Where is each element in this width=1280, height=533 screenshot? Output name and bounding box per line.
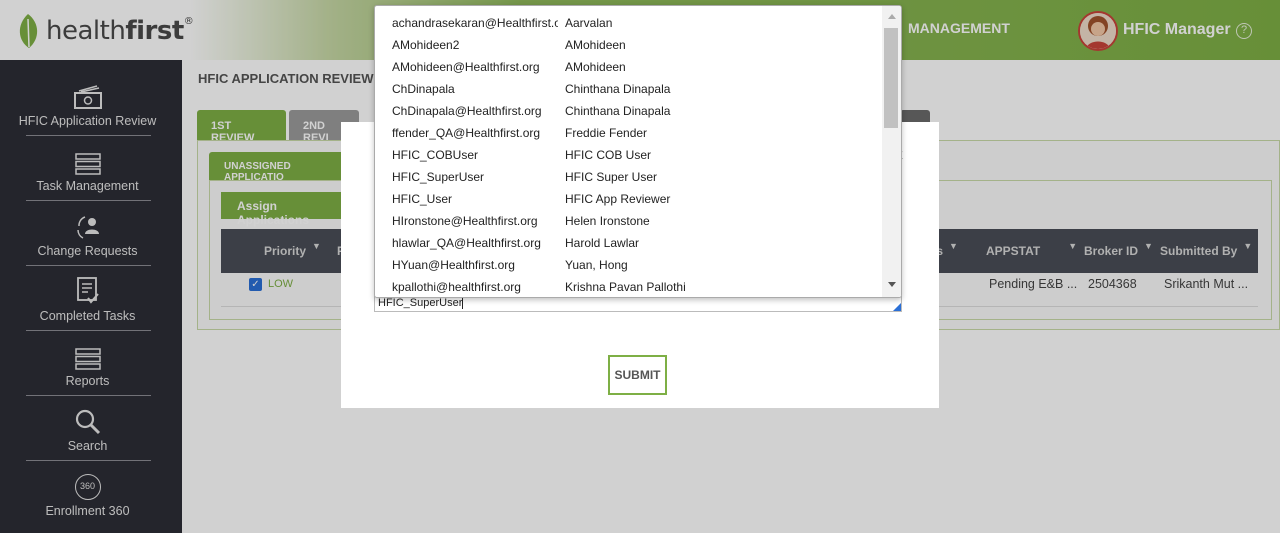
text-caret <box>462 297 464 309</box>
option-name: Freddie Fender <box>565 126 648 140</box>
option-name: Krishna Pavan Pallothi <box>565 280 686 294</box>
option-name: Aarvalan <box>565 16 613 30</box>
option-name: Yuan, Hong <box>565 258 628 272</box>
option-login: HIronstone@Healthfirst.org <box>392 214 538 228</box>
option-name: HFIC COB User <box>565 148 652 162</box>
option-login: AMohideen2 <box>392 38 460 52</box>
list-item[interactable]: HFIC_COBUser HFIC COB User <box>375 144 883 166</box>
list-item[interactable]: HFIC_User HFIC App Reviewer <box>375 188 883 210</box>
option-name: Chinthana Dinapala <box>565 82 671 96</box>
list-item[interactable]: HIronstone@Healthfirst.org Helen Ironston… <box>375 210 883 232</box>
option-login: ChDinapala <box>392 82 455 96</box>
option-login: hlawlar_QA@Healthfirst.org <box>392 236 541 250</box>
option-login: HFIC_COBUser <box>392 148 479 162</box>
option-login: achandrasekaran@Healthfirst.org <box>392 16 558 30</box>
dropdown-scrollbar[interactable] <box>882 6 901 297</box>
option-login: kpallothi@healthfirst.org <box>392 280 521 294</box>
list-item[interactable]: AMohideen@Healthfirst.org AMohideen <box>375 56 883 78</box>
option-name: Chinthana Dinapala <box>565 104 671 118</box>
option-login: ffender_QA@Healthfirst.org <box>392 126 541 140</box>
list-item[interactable]: kpallothi@healthfirst.org Krishna Pavan P… <box>375 276 883 297</box>
list-item[interactable]: ChDinapala@Healthfirst.org Chinthana Dina… <box>375 100 883 122</box>
list-item[interactable]: ChDinapala Chinthana Dinapala <box>375 78 883 100</box>
resize-grip-icon[interactable] <box>893 303 901 311</box>
list-item[interactable]: HYuan@Healthfirst.org Yuan, Hong <box>375 254 883 276</box>
list-item[interactable]: ffender_QA@Healthfirst.org Freddie Fender <box>375 122 883 144</box>
option-name: HFIC Super User <box>565 170 658 184</box>
submit-button[interactable]: SUBMIT <box>608 355 667 395</box>
option-name: Helen Ironstone <box>565 214 650 228</box>
scrollbar-thumb[interactable] <box>884 28 898 128</box>
option-login: HFIC_User <box>392 192 453 206</box>
user-select-input[interactable]: HFIC_SuperUser <box>374 296 902 312</box>
option-login: ChDinapala@Healthfirst.org <box>392 104 542 118</box>
scroll-down-icon[interactable] <box>888 282 896 287</box>
list-item[interactable]: hlawlar_QA@Healthfirst.org Harold Lawlar <box>375 232 883 254</box>
option-login: HFIC_SuperUser <box>392 170 485 184</box>
list-item[interactable]: AMohideen2 AMohideen <box>375 34 883 56</box>
option-name: AMohideen <box>565 38 626 52</box>
list-item[interactable]: achandrasekaran@Healthfirst.org Aarvalan <box>375 12 883 34</box>
option-name: Harold Lawlar <box>565 236 640 250</box>
option-login: HYuan@Healthfirst.org <box>392 258 515 272</box>
option-login: AMohideen@Healthfirst.org <box>392 60 540 74</box>
scroll-up-icon[interactable] <box>888 14 896 19</box>
option-name: HFIC App Reviewer <box>565 192 671 206</box>
option-name: AMohideen <box>565 60 626 74</box>
list-item[interactable]: HFIC_SuperUser HFIC Super User <box>375 166 883 188</box>
user-dropdown-list[interactable]: achandrasekaran@Healthfirst.org Aarvalan … <box>374 5 902 298</box>
